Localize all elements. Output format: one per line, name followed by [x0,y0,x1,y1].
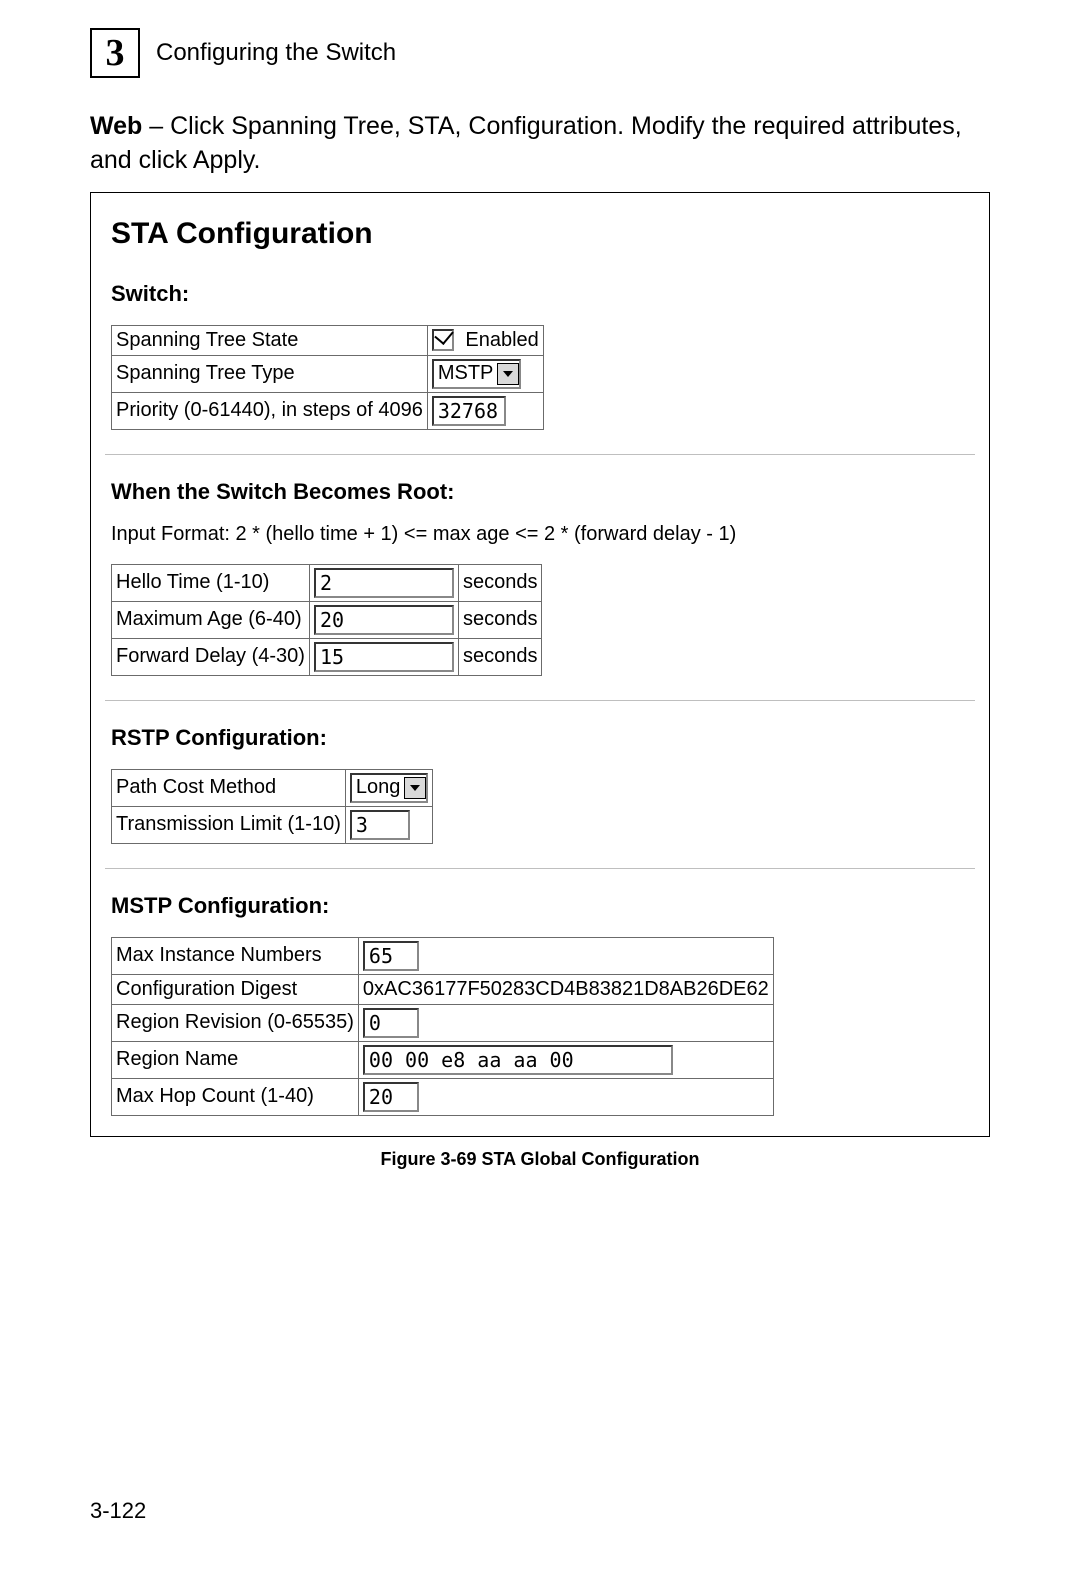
root-section-title: When the Switch Becomes Root: [111,479,975,505]
table-row: Hello Time (1-10) 2 seconds [112,564,542,601]
chapter-title: Configuring the Switch [156,39,396,67]
mstp-table: Max Instance Numbers 65 Configuration Di… [111,937,774,1116]
spanning-tree-type-label: Spanning Tree Type [112,355,428,392]
table-row: Configuration Digest 0xAC36177F50283CD4B… [112,974,774,1004]
chevron-down-icon [404,777,426,799]
region-name-input[interactable]: 00 00 e8 aa aa 00 [363,1045,673,1075]
spanning-tree-type-cell: MSTP [427,355,543,392]
intro-paragraph: Web – Click Spanning Tree, STA, Configur… [90,110,990,178]
chevron-down-icon [497,363,519,385]
table-row: Region Revision (0-65535) 0 [112,1004,774,1041]
table-row: Max Instance Numbers 65 [112,937,774,974]
max-instance-input[interactable]: 65 [363,941,419,971]
root-input-format-note: Input Format: 2 * (hello time + 1) <= ma… [111,523,975,546]
enabled-checkbox[interactable] [432,329,454,351]
hello-time-input[interactable]: 2 [314,568,454,598]
mstp-section-title: MSTP Configuration: [111,893,975,919]
spanning-tree-state-label: Spanning Tree State [112,325,428,355]
page-header: 3 Configuring the Switch [90,28,990,78]
max-instance-cell: 65 [358,937,773,974]
spanning-tree-type-select[interactable]: MSTP [432,359,522,389]
intro-rest: – Click Spanning Tree, STA, Configuratio… [90,112,962,174]
divider [105,454,975,455]
forward-delay-cell: 15 [309,638,458,675]
rstp-section-title: RSTP Configuration: [111,725,975,751]
forward-delay-unit: seconds [458,638,542,675]
table-row: Priority (0-61440), in steps of 4096 327… [112,392,544,429]
forward-delay-input[interactable]: 15 [314,642,454,672]
region-revision-label: Region Revision (0-65535) [112,1004,359,1041]
spanning-tree-type-value: MSTP [438,362,494,385]
priority-input[interactable]: 32768 [432,396,506,426]
table-row: Transmission Limit (1-10) 3 [112,806,433,843]
hello-time-unit: seconds [458,564,542,601]
switch-section-title: Switch: [111,281,975,307]
transmission-limit-input[interactable]: 3 [350,810,410,840]
table-row: Region Name 00 00 e8 aa aa 00 [112,1041,774,1078]
path-cost-method-select[interactable]: Long [350,773,429,803]
max-instance-label: Max Instance Numbers [112,937,359,974]
table-row: Spanning Tree Type MSTP [112,355,544,392]
max-age-label: Maximum Age (6-40) [112,601,310,638]
region-name-cell: 00 00 e8 aa aa 00 [358,1041,773,1078]
priority-cell: 32768 [427,392,543,429]
enabled-checkbox-label: Enabled [465,329,538,351]
path-cost-method-label: Path Cost Method [112,769,346,806]
rstp-table: Path Cost Method Long Transmission Limit… [111,769,433,844]
config-digest-label: Configuration Digest [112,974,359,1004]
max-hop-input[interactable]: 20 [363,1082,419,1112]
max-hop-cell: 20 [358,1078,773,1115]
transmission-limit-label: Transmission Limit (1-10) [112,806,346,843]
panel-title: STA Configuration [111,217,975,251]
transmission-limit-cell: 3 [345,806,433,843]
max-age-cell: 20 [309,601,458,638]
table-row: Max Hop Count (1-40) 20 [112,1078,774,1115]
region-revision-input[interactable]: 0 [363,1008,419,1038]
hello-time-label: Hello Time (1-10) [112,564,310,601]
chapter-number-box: 3 [90,28,140,78]
max-hop-label: Max Hop Count (1-40) [112,1078,359,1115]
table-row: Maximum Age (6-40) 20 seconds [112,601,542,638]
table-row: Forward Delay (4-30) 15 seconds [112,638,542,675]
path-cost-method-cell: Long [345,769,433,806]
table-row: Path Cost Method Long [112,769,433,806]
max-age-unit: seconds [458,601,542,638]
path-cost-method-value: Long [356,776,401,799]
intro-lead: Web [90,112,142,140]
page-number: 3-122 [90,1498,146,1524]
hello-time-cell: 2 [309,564,458,601]
divider [105,700,975,701]
config-digest-value: 0xAC36177F50283CD4B83821D8AB26DE62 [358,974,773,1004]
spanning-tree-state-cell: Enabled [427,325,543,355]
region-name-label: Region Name [112,1041,359,1078]
switch-table: Spanning Tree State Enabled Spanning Tre… [111,325,544,430]
chapter-number: 3 [106,31,125,75]
forward-delay-label: Forward Delay (4-30) [112,638,310,675]
figure-caption: Figure 3-69 STA Global Configuration [90,1149,990,1170]
root-table: Hello Time (1-10) 2 seconds Maximum Age … [111,564,542,676]
sta-config-panel: STA Configuration Switch: Spanning Tree … [90,192,990,1137]
max-age-input[interactable]: 20 [314,605,454,635]
region-revision-cell: 0 [358,1004,773,1041]
table-row: Spanning Tree State Enabled [112,325,544,355]
divider [105,868,975,869]
priority-label: Priority (0-61440), in steps of 4096 [112,392,428,429]
